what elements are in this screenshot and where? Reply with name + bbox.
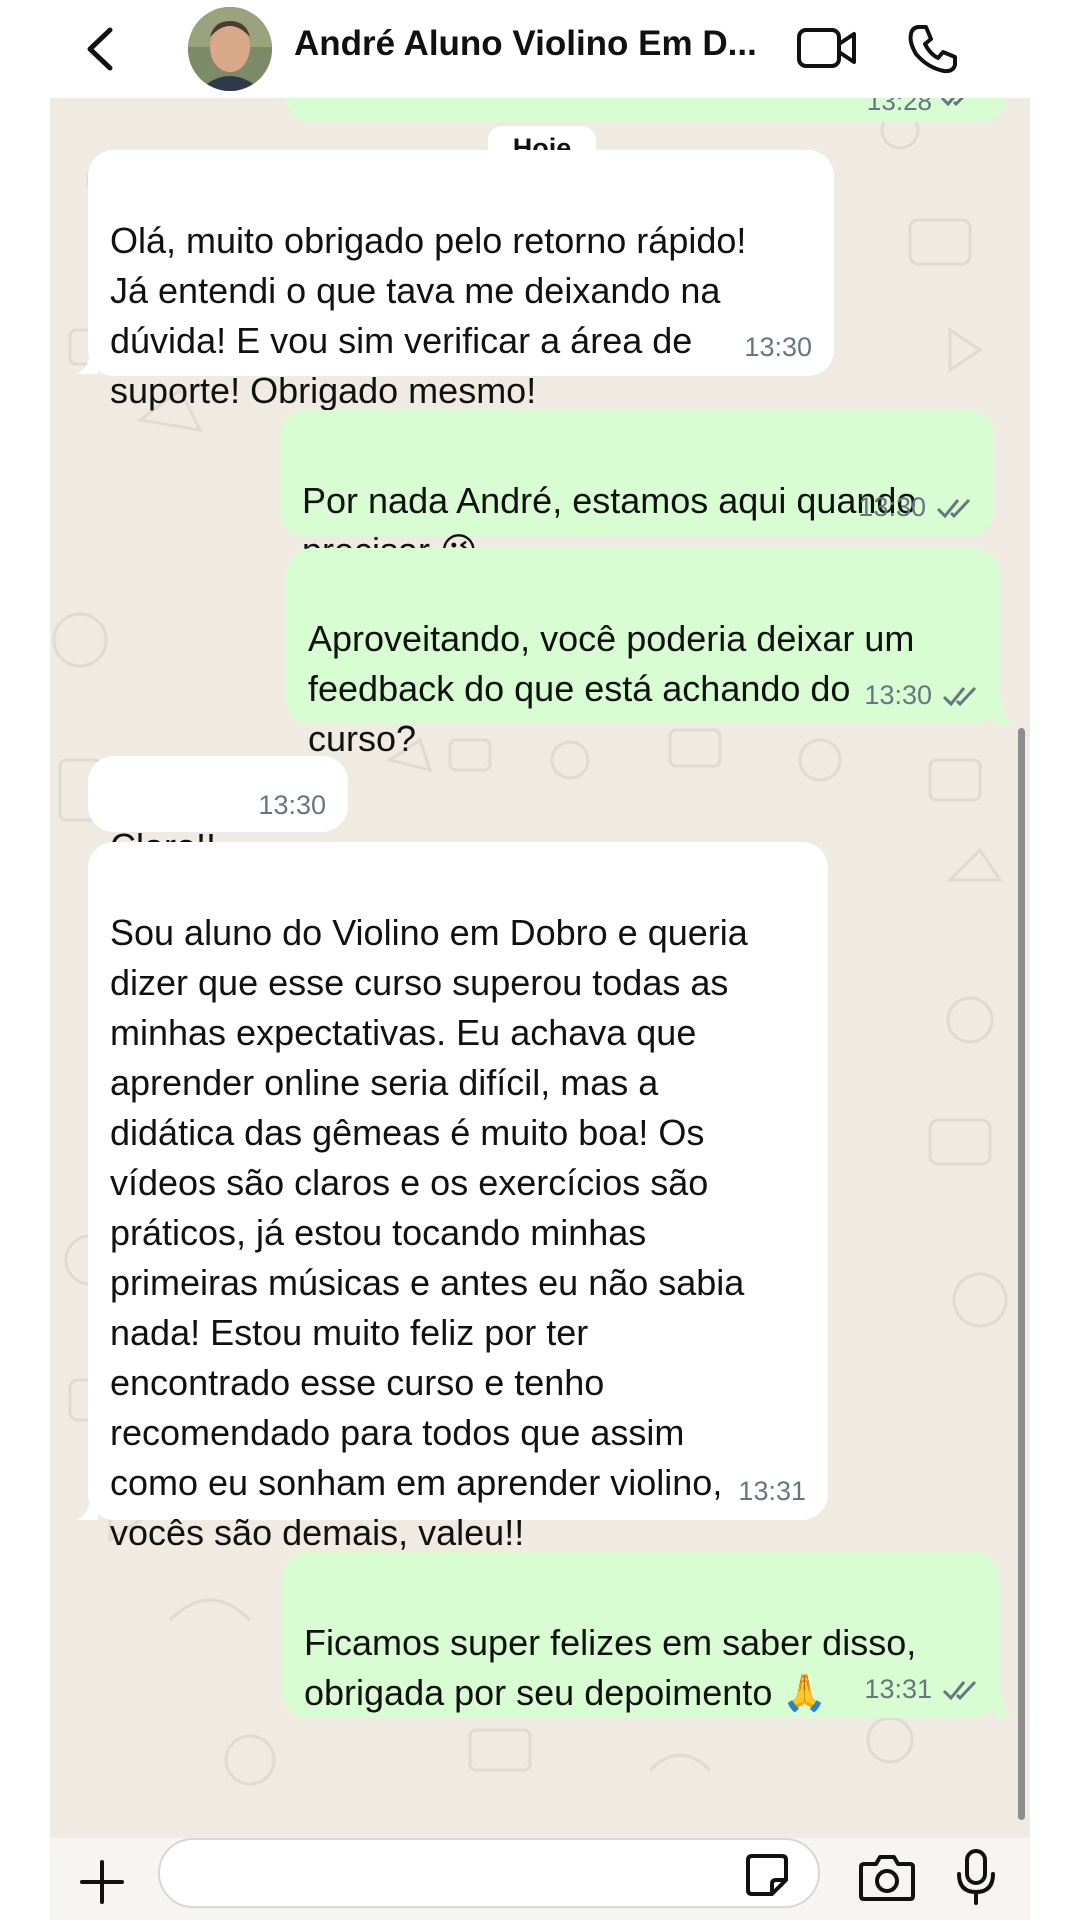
camera-icon [859, 1855, 915, 1901]
message-bubble-incoming[interactable]: Sou aluno do Violino em Dobro e queria d… [88, 842, 828, 1553]
microphone-icon [957, 1849, 995, 1905]
double-check-icon [942, 686, 977, 707]
double-check-icon [942, 1680, 977, 1701]
message-text: Sou aluno do Violino em Dobro e queria d… [110, 912, 748, 1553]
microphone-button[interactable] [954, 1848, 998, 1906]
video-camera-icon [797, 28, 856, 68]
message-input[interactable] [158, 1838, 820, 1908]
chevron-left-icon [87, 27, 113, 71]
message-time: 13:30 [858, 492, 926, 522]
composer-bar [50, 1838, 1030, 1920]
message-text: Ficamos super felizes em saber disso, ob… [304, 1622, 917, 1713]
message-time: 13:30 [744, 332, 812, 362]
voice-call-button[interactable] [906, 22, 960, 76]
phone-icon [908, 25, 957, 74]
message-time: 13:30 [258, 790, 326, 820]
message-bubble-incoming[interactable]: Olá, muito obrigado pelo retorno rápido!… [88, 150, 834, 411]
message-bubble-incoming[interactable]: Claro!! 13:30 [88, 756, 348, 867]
message-bubble-outgoing[interactable]: Por nada André, estamos aqui quando prec… [280, 410, 994, 571]
double-check-icon [936, 498, 971, 519]
message-time: 13:31 [738, 1476, 806, 1506]
sticker-icon [746, 1854, 788, 1896]
avatar-photo [188, 7, 272, 91]
sticker-button[interactable] [744, 1852, 790, 1898]
message-time: 13:30 [864, 680, 932, 710]
video-call-button[interactable] [796, 24, 858, 72]
chat-screen: André Aluno Violino Em D... 13:28 Hoje O… [50, 0, 1030, 1920]
back-button[interactable] [76, 22, 126, 76]
attach-button[interactable] [78, 1858, 126, 1906]
message-bubble-outgoing[interactable]: Ficamos super felizes em saber disso, ob… [282, 1552, 1000, 1718]
contact-name[interactable]: André Aluno Violino Em D... [294, 24, 814, 64]
chat-scrollbar[interactable] [1018, 728, 1025, 1820]
message-time: 13:31 [864, 1674, 932, 1704]
chat-header: André Aluno Violino Em D... [50, 0, 1030, 98]
contact-avatar[interactable] [188, 7, 272, 91]
message-bubble-outgoing[interactable]: Aproveitando, você poderia deixar um fee… [286, 548, 1000, 759]
plus-icon [80, 1860, 124, 1904]
camera-button[interactable] [858, 1852, 916, 1902]
